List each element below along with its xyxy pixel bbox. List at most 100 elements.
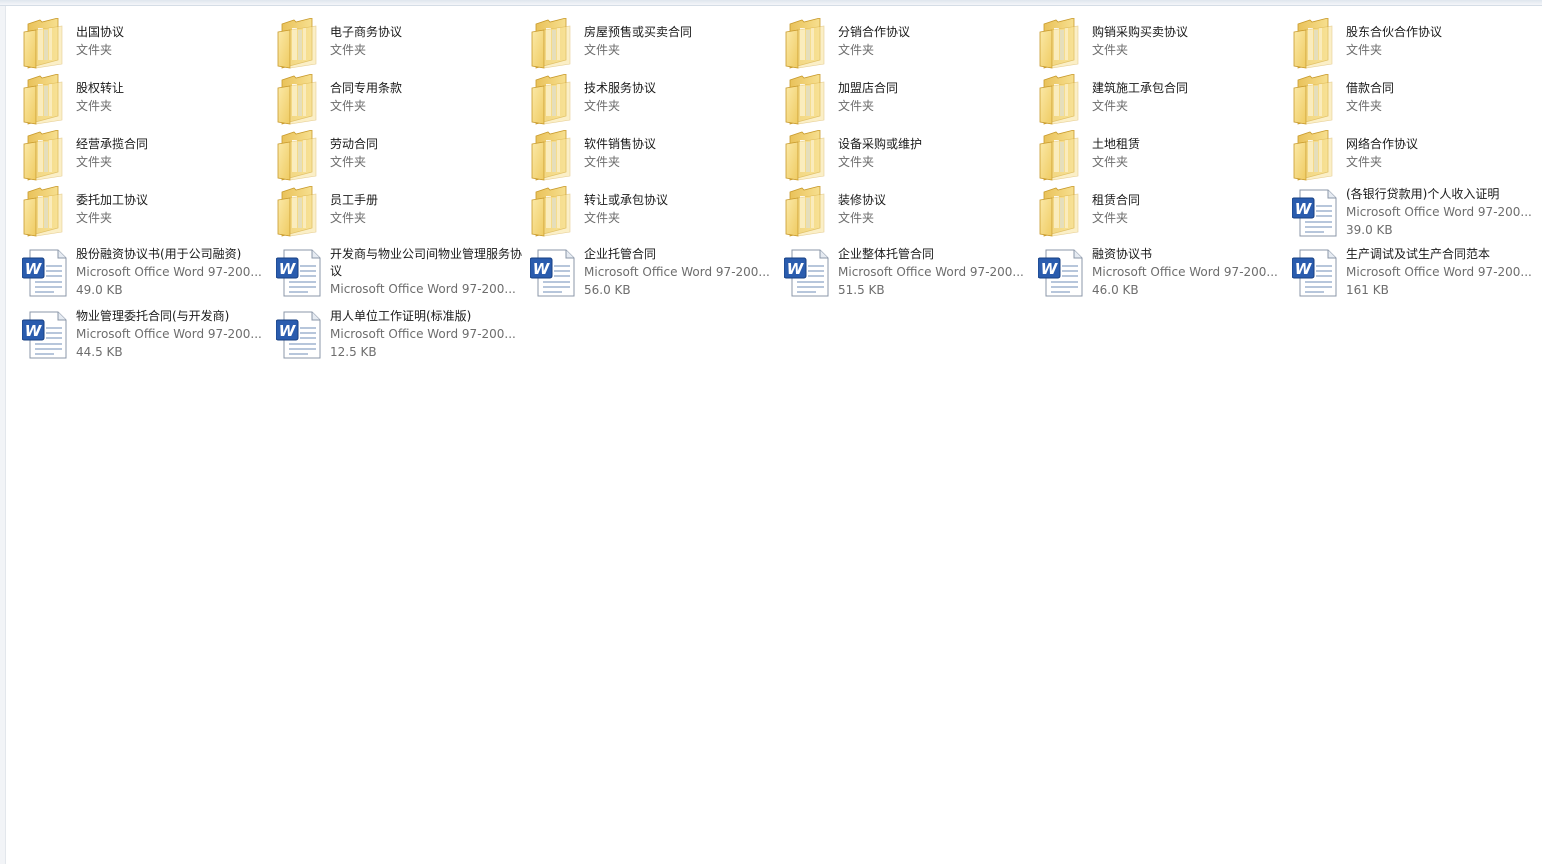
folder-item[interactable]: 租赁合同 文件夹 [1038,186,1290,238]
item-name: 转让或承包协议 [584,193,669,207]
folder-item[interactable]: 出国协议 文件夹 [22,18,274,70]
folder-item[interactable]: 分销合作协议 文件夹 [784,18,1036,70]
item-name: 员工手册 [330,193,379,207]
folder-icon [276,74,324,126]
folder-item[interactable]: 员工手册 文件夹 [276,186,528,238]
item-name: 房屋预售或买卖合同 [584,25,693,39]
item-type: 文件夹 [1346,99,1383,113]
item-type: 文件夹 [838,155,875,169]
item-name: 借款合同 [1346,81,1395,95]
folder-icon [1292,18,1340,70]
item-type: 文件夹 [838,43,875,57]
folder-item[interactable]: 合同专用条款 文件夹 [276,74,528,126]
item-type: 文件夹 [76,155,113,169]
item-name: 建筑施工承包合同 [1092,81,1189,95]
item-type: 文件夹 [76,99,113,113]
svg-text:W: W [25,260,43,278]
word-document-icon: W [530,248,578,300]
folder-icon [1038,74,1086,126]
item-size: 49.0 KB [76,283,123,297]
folder-item[interactable]: 网络合作协议 文件夹 [1292,130,1542,182]
word-document-icon: W [276,248,324,300]
folder-item[interactable]: 建筑施工承包合同 文件夹 [1038,74,1290,126]
folder-item[interactable]: 购销采购买卖协议 文件夹 [1038,18,1290,70]
item-type: 文件夹 [584,43,621,57]
folder-item[interactable]: 电子商务协议 文件夹 [276,18,528,70]
folder-icon [1292,74,1340,126]
folder-icon [530,74,578,126]
item-type: Microsoft Office Word 97-200... [584,265,770,279]
item-size: 161 KB [1346,283,1389,297]
item-name: 加盟店合同 [838,81,899,95]
item-name: 物业管理委托合同(与开发商) [76,309,230,323]
file-item[interactable]: W 融资协议书 Microsoft Office Word 97-200... 46… [1038,246,1290,300]
item-type: Microsoft Office Word 97-200... [1346,205,1532,219]
folder-item[interactable]: 委托加工协议 文件夹 [22,186,274,238]
svg-text:W: W [279,322,297,340]
item-type: Microsoft Office Word 97-200... [1346,265,1532,279]
item-type: 文件夹 [838,211,875,225]
item-type: Microsoft Office Word 97-200... [838,265,1024,279]
item-name: 企业托管合同 [584,247,657,261]
folder-item[interactable]: 股权转让 文件夹 [22,74,274,126]
item-name: 委托加工协议 [76,193,149,207]
item-type: 文件夹 [1092,211,1129,225]
file-item[interactable]: W 用人单位工作证明(标准版) Microsoft Office Word 97-… [276,308,528,362]
folder-icon [22,18,70,70]
folder-item[interactable]: 劳动合同 文件夹 [276,130,528,182]
item-name: (各银行贷款用)个人收入证明 [1346,187,1500,201]
item-type: 文件夹 [584,211,621,225]
svg-text:W: W [533,260,551,278]
item-size: 56.0 KB [584,283,631,297]
item-size: 51.5 KB [838,283,885,297]
folder-icon [784,74,832,126]
folder-icon [784,186,832,238]
folder-icon [530,130,578,182]
item-type: 文件夹 [1092,99,1129,113]
item-type: 文件夹 [330,99,367,113]
item-size: 12.5 KB [330,345,377,359]
item-type: Microsoft Office Word 97-200... [1092,265,1278,279]
item-name: 土地租赁 [1092,137,1141,151]
folder-item[interactable]: 土地租赁 文件夹 [1038,130,1290,182]
folder-item[interactable]: 技术服务协议 文件夹 [530,74,782,126]
folder-item[interactable]: 装修协议 文件夹 [784,186,1036,238]
item-name: 电子商务协议 [330,25,403,39]
folder-icon [530,186,578,238]
folder-icon [22,186,70,238]
item-type: 文件夹 [584,99,621,113]
folder-icon [22,130,70,182]
file-item[interactable]: W 企业整体托管合同 Microsoft Office Word 97-200..… [784,246,1036,300]
word-document-icon: W [784,248,832,300]
folder-item[interactable]: 软件销售协议 文件夹 [530,130,782,182]
folder-item[interactable]: 股东合伙合作协议 文件夹 [1292,18,1542,70]
folder-item[interactable]: 转让或承包协议 文件夹 [530,186,782,238]
item-name: 网络合作协议 [1346,137,1419,151]
file-item[interactable]: W 物业管理委托合同(与开发商) Microsoft Office Word 97… [22,308,274,362]
item-type: 文件夹 [330,155,367,169]
item-name: 用人单位工作证明(标准版) [330,309,472,323]
item-type: 文件夹 [330,43,367,57]
folder-item[interactable]: 设备采购或维护 文件夹 [784,130,1036,182]
item-type: 文件夹 [76,211,113,225]
folder-icon [1038,18,1086,70]
file-item[interactable]: W (各银行贷款用)个人收入证明 Microsoft Office Word 97… [1292,186,1542,240]
item-name: 企业整体托管合同 [838,247,935,261]
folder-item[interactable]: 加盟店合同 文件夹 [784,74,1036,126]
folder-item[interactable]: 经营承揽合同 文件夹 [22,130,274,182]
folder-icon [1038,130,1086,182]
folder-item[interactable]: 借款合同 文件夹 [1292,74,1542,126]
file-item[interactable]: W 开发商与物业公司间物业管理服务协议 Microsoft Office Word… [276,246,528,300]
item-size: 44.5 KB [76,345,123,359]
file-item[interactable]: W 生产调试及试生产合同范本 Microsoft Office Word 97-2… [1292,246,1542,300]
folder-icon [22,74,70,126]
svg-text:W: W [1295,260,1313,278]
file-list-view[interactable]: 出国协议 文件夹 电子商务协议 文件夹 房屋预售或买卖合同 文件夹 分销合作协议… [22,6,1542,864]
item-name: 租赁合同 [1092,193,1141,207]
file-item[interactable]: W 股份融资协议书(用于公司融资) Microsoft Office Word 9… [22,246,274,300]
file-item[interactable]: W 企业托管合同 Microsoft Office Word 97-200... 5… [530,246,782,300]
item-name: 生产调试及试生产合同范本 [1346,247,1491,261]
item-name: 分销合作协议 [838,25,911,39]
folder-icon [530,18,578,70]
folder-item[interactable]: 房屋预售或买卖合同 文件夹 [530,18,782,70]
